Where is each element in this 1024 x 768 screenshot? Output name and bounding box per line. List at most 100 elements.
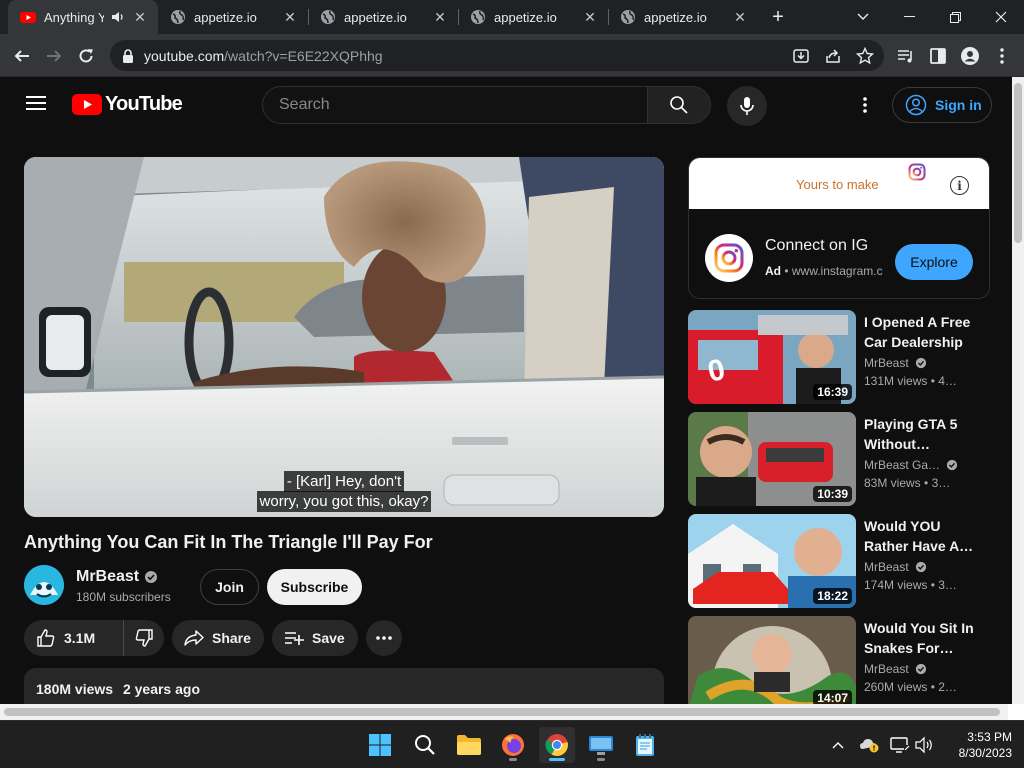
close-tab-icon[interactable]: ✕ [282, 9, 298, 25]
playlist-add-icon [285, 632, 304, 645]
upload-age: 3… [938, 578, 957, 592]
join-button[interactable]: Join [200, 569, 259, 605]
video-thumbnail[interactable]: 10:39 [688, 412, 856, 506]
profile-icon[interactable] [960, 46, 980, 66]
settings-menu-icon[interactable] [855, 95, 875, 115]
video-thumbnail[interactable]: 0 16:39 [688, 310, 856, 404]
forward-arrow-icon[interactable] [41, 43, 67, 69]
voice-search-button[interactable] [727, 86, 767, 126]
address-bar[interactable]: youtube.com/watch?v=E6E22XQPhhg [110, 40, 884, 71]
lock-icon[interactable] [122, 48, 134, 63]
video-thumbnail[interactable]: 14:07 [688, 616, 856, 710]
new-tab-icon[interactable]: + [766, 5, 790, 29]
ad-card[interactable]: Yours to make i Connect on IG Ad • www.i… [688, 157, 990, 299]
youtube-header: YouTube Search Sign in [0, 77, 1012, 133]
taskbar-file-explorer[interactable] [451, 727, 487, 763]
recommended-video[interactable]: 0 16:39 I Opened A Free Car Dealership M… [688, 310, 998, 404]
reload-icon[interactable] [73, 43, 99, 69]
taskbar-remote-app[interactable] [583, 727, 619, 763]
back-arrow-icon[interactable] [9, 43, 35, 69]
show-hidden-icons-chevron-icon[interactable] [828, 735, 848, 755]
system-clock[interactable]: 3:53 PM 8/30/2023 [940, 729, 1012, 761]
browser-toolbar: youtube.com/watch?v=E6E22XQPhhg [0, 34, 1024, 77]
channel-avatar[interactable] [24, 565, 64, 605]
close-tab-icon[interactable]: ✕ [732, 9, 748, 25]
firefox-icon [502, 734, 524, 756]
tab-appetize-4[interactable]: appetize.io ✕ [608, 0, 758, 34]
share-page-icon[interactable] [824, 47, 842, 65]
close-window-icon[interactable] [978, 0, 1024, 34]
vertical-scroll-thumb[interactable] [1014, 83, 1022, 243]
save-button[interactable]: Save [272, 620, 358, 656]
taskbar-chrome[interactable] [539, 727, 575, 763]
search-button[interactable] [647, 86, 711, 124]
channel-name[interactable]: MrBeast [76, 568, 158, 586]
vertical-scrollbar[interactable] [1012, 77, 1024, 720]
tab-appetize-3[interactable]: appetize.io ✕ [458, 0, 608, 34]
video-channel[interactable]: MrBeast [864, 356, 927, 370]
view-count: 131M views [864, 374, 928, 388]
video-player[interactable]: - [Karl] Hey, don't worry, you got this,… [24, 157, 664, 517]
caption-text: - [Karl] Hey, don't [283, 471, 405, 492]
video-title[interactable]: I Opened A Free Car Dealership [864, 312, 976, 352]
start-button[interactable] [362, 727, 398, 763]
horizontal-scroll-thumb[interactable] [4, 708, 1000, 716]
taskbar-notepad[interactable] [627, 727, 663, 763]
speaker-icon[interactable] [110, 9, 126, 25]
tab-search-chevron-icon[interactable] [840, 0, 886, 34]
onedrive-warning-icon[interactable] [859, 735, 879, 755]
video-channel[interactable]: MrBeast [864, 560, 927, 574]
close-tab-icon[interactable]: ✕ [432, 9, 448, 25]
explore-button[interactable]: Explore [895, 244, 973, 280]
video-title[interactable]: Would You Sit In Snakes For… [864, 618, 976, 658]
sign-in-button[interactable]: Sign in [892, 87, 992, 123]
ad-details[interactable]: Connect on IG Ad • www.instagram.com Exp… [689, 209, 989, 298]
tab-title: appetize.io [644, 9, 707, 25]
video-thumbnail[interactable]: 18:22 [688, 514, 856, 608]
volume-icon[interactable] [914, 735, 934, 755]
recommended-video[interactable]: 10:39 Playing GTA 5 Without… MrBeast Ga…… [688, 412, 998, 506]
youtube-logo[interactable]: YouTube [72, 93, 183, 116]
close-tab-icon[interactable]: ✕ [132, 9, 148, 25]
channel-text: MrBeast [864, 356, 909, 370]
description-box[interactable]: 180M views 2 years ago [24, 668, 664, 708]
tab-title: Anything Yo [44, 9, 104, 25]
close-tab-icon[interactable]: ✕ [582, 9, 598, 25]
channel-name-text: MrBeast [76, 568, 140, 585]
video-channel[interactable]: MrBeast [864, 662, 927, 676]
restore-icon[interactable] [932, 0, 978, 34]
tab-appetize-2[interactable]: appetize.io ✕ [308, 0, 458, 34]
tab-title: appetize.io [494, 9, 557, 25]
tab-title: appetize.io [344, 9, 407, 25]
bookmark-star-icon[interactable] [856, 47, 874, 65]
media-controls-icon[interactable] [896, 46, 916, 66]
video-channel[interactable]: MrBeast Ga… [864, 458, 958, 472]
network-icon[interactable] [890, 735, 910, 755]
minimize-icon[interactable] [886, 0, 932, 34]
ad-info-icon[interactable]: i [950, 176, 969, 195]
taskbar-firefox[interactable] [495, 727, 531, 763]
channel-text: MrBeast [864, 560, 909, 574]
side-panel-icon[interactable] [928, 46, 948, 66]
dislike-button[interactable] [124, 628, 164, 648]
verified-check-icon [946, 459, 958, 471]
share-button[interactable]: Share [172, 620, 264, 656]
more-actions-button[interactable] [366, 620, 402, 656]
tab-appetize-1[interactable]: appetize.io ✕ [158, 0, 308, 34]
horizontal-scrollbar[interactable] [0, 704, 1012, 720]
install-app-icon[interactable] [792, 47, 810, 65]
like-button[interactable]: 3.1M [24, 620, 124, 656]
search-input[interactable]: Search [262, 86, 648, 124]
subscribe-button[interactable]: Subscribe [267, 569, 362, 605]
video-duration: 18:22 [813, 588, 852, 604]
hamburger-menu-icon[interactable] [26, 95, 46, 111]
verified-check-icon [915, 357, 926, 369]
recommended-video[interactable]: 18:22 Would YOU Rather Have A… MrBeast 1… [688, 514, 998, 608]
ad-banner[interactable]: Yours to make i [689, 158, 989, 209]
taskbar-search-button[interactable] [407, 727, 443, 763]
browser-menu-icon[interactable] [992, 46, 1012, 66]
tab-youtube[interactable]: Anything Yo ✕ [8, 0, 158, 34]
recommended-video[interactable]: 14:07 Would You Sit In Snakes For… MrBea… [688, 616, 998, 710]
video-title[interactable]: Playing GTA 5 Without… [864, 414, 976, 454]
video-title[interactable]: Would YOU Rather Have A… [864, 516, 976, 556]
